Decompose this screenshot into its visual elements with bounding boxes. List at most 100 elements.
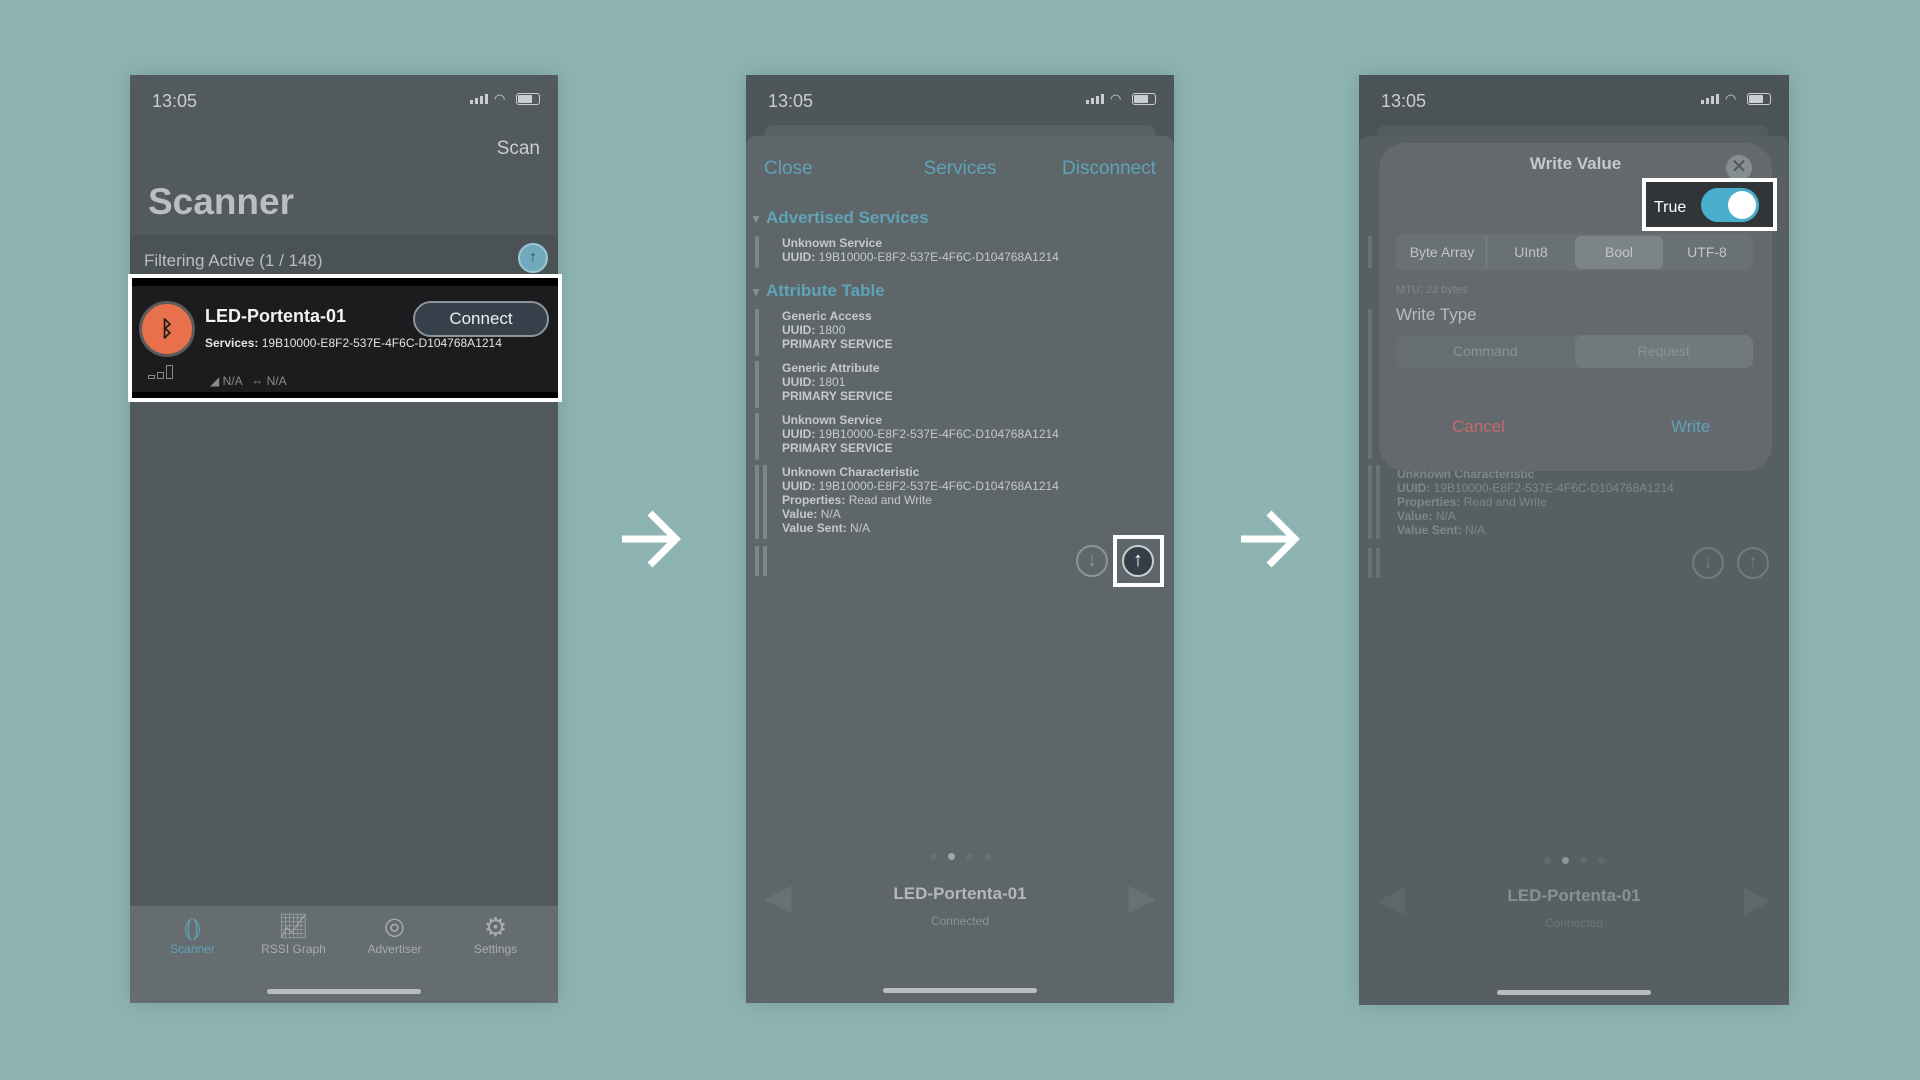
value-sent-label: Value Sent: [1397, 523, 1462, 537]
uuid-value: 19B10000-E8F2-537E-4F6C-D104768A1214 [818, 427, 1059, 441]
page-title: Scanner [148, 181, 295, 222]
format-utf8[interactable]: UTF-8 [1663, 236, 1751, 269]
list-item[interactable]: Unknown Service UUID: 19B10000-E8F2-537E-… [782, 236, 1059, 264]
cellular-icon [1701, 94, 1719, 104]
arrow-right-icon [622, 510, 681, 568]
wifi-icon: ◠ [494, 91, 506, 106]
write-value-screen: 13:05 ◠ Unknown Characteristic UUID: 19B1… [1359, 75, 1789, 1005]
properties-value: Read and Write [848, 493, 932, 507]
attribute-table-header[interactable]: ▼ Attribute Table [750, 281, 885, 301]
cancel-button[interactable]: Cancel [1452, 417, 1505, 437]
list-item[interactable]: Generic Access UUID: 1800 PRIMARY SERVICE [782, 309, 892, 351]
cellular-icon [1086, 94, 1104, 104]
battery-icon [1132, 93, 1156, 105]
toggle-label: True [1654, 199, 1687, 216]
write-confirm-button[interactable]: Write [1671, 417, 1710, 437]
highlight-device-row [128, 274, 562, 402]
uuid-label: UUID: [782, 375, 816, 389]
sort-icon[interactable]: ↑ [518, 243, 548, 273]
advertised-services-header[interactable]: ▼ Advertised Services [750, 208, 929, 228]
battery-icon [516, 93, 540, 105]
scan-button[interactable]: Scan [497, 138, 540, 160]
service-name: Generic Access [782, 309, 872, 323]
uuid-value: 1801 [818, 375, 846, 389]
cellular-icon [470, 94, 488, 104]
filter-text: Filtering Active (1 / 148) [144, 251, 323, 270]
value-sent-value: N/A [1465, 523, 1486, 537]
uuid-label: UUID: [782, 323, 816, 337]
service-name: Unknown Service [782, 413, 883, 427]
uuid-value: 19B10000-E8F2-537E-4F6C-D104768A1214 [818, 250, 1059, 264]
tab-settings[interactable]: ⚙ Settings [451, 912, 541, 1003]
gear-icon: ⚙ [483, 912, 508, 942]
uuid-label: UUID: [1397, 481, 1431, 495]
device-name: LED-Portenta-01 [893, 884, 1027, 903]
characteristic-name: Unknown Characteristic [782, 465, 920, 479]
home-indicator [267, 989, 421, 994]
properties-label: Properties: [1397, 495, 1461, 509]
device-status: Connected [930, 914, 990, 928]
tab-label: Settings [473, 942, 518, 956]
disconnect-button[interactable]: Disconnect [1062, 158, 1156, 180]
value-value: N/A [820, 507, 841, 521]
arrow-right-icon [1241, 510, 1300, 568]
device-name: LED-Portenta-01 [1507, 886, 1641, 905]
status-icons: ◠ [470, 91, 540, 106]
characteristic-item[interactable]: Unknown Characteristic UUID: 19B10000-E8F… [782, 465, 1059, 535]
section-title: Advertised Services [765, 208, 929, 227]
tab-label: RSSI Graph [261, 942, 326, 956]
write-button[interactable]: ↑ [1737, 547, 1769, 579]
characteristic-item[interactable]: Unknown Characteristic UUID: 19B10000-E8F… [1397, 467, 1674, 537]
format-segmented-control: Byte Array UInt8 Bool UTF-8 [1396, 234, 1753, 271]
read-button[interactable]: ↓ [1076, 545, 1108, 577]
disclosure-triangle-icon: ▼ [750, 212, 762, 226]
service-type: PRIMARY SERVICE [782, 441, 893, 455]
tab-scanner[interactable]: ⦅⦆ Scanner [148, 912, 238, 1003]
uuid-label: UUID: [782, 250, 816, 264]
section-title: Attribute Table [765, 281, 885, 300]
read-button[interactable]: ↓ [1692, 547, 1724, 579]
write-type-request[interactable]: Request [1574, 335, 1753, 368]
write-type-command[interactable]: Command [1396, 335, 1575, 368]
services-sheet: Close Services Disconnect ▼ Advertised S… [746, 136, 1174, 1003]
format-bool[interactable]: Bool [1575, 236, 1663, 269]
status-icons: ◠ [1701, 91, 1771, 106]
service-type: PRIMARY SERVICE [782, 389, 893, 403]
device-status: Connected [1544, 916, 1604, 930]
bool-value-toggle-row: True [1642, 178, 1777, 231]
home-indicator [1497, 990, 1651, 995]
service-name: Generic Attribute [782, 361, 880, 375]
highlight-write-button [1113, 535, 1164, 587]
uuid-value: 1800 [818, 323, 846, 337]
properties-value: Read and Write [1463, 495, 1547, 509]
scanner-icon: ⦅⦆ [183, 912, 202, 942]
format-uint8[interactable]: UInt8 [1487, 236, 1575, 269]
uuid-value: 19B10000-E8F2-537E-4F6C-D104768A1214 [818, 479, 1059, 493]
status-time: 13:05 [768, 91, 814, 111]
uuid-value: 19B10000-E8F2-537E-4F6C-D104768A1214 [1433, 481, 1674, 495]
status-icons: ◠ [1086, 91, 1156, 106]
service-name: Unknown Service [782, 236, 883, 250]
value-label: Value: [1397, 509, 1433, 523]
write-type-segmented-control: Command Request [1396, 335, 1753, 368]
status-time: 13:05 [1381, 91, 1427, 111]
list-item[interactable]: Unknown Service UUID: 19B10000-E8F2-537E-… [782, 413, 1059, 455]
bool-toggle[interactable] [1701, 188, 1759, 222]
disclosure-triangle-icon: ▼ [750, 285, 762, 299]
page-dots [1359, 857, 1789, 864]
wifi-icon: ◠ [1725, 91, 1737, 106]
services-screen: 13:05 ◠ Close Services Disconnect ▼ Adve… [746, 75, 1174, 1003]
value-sent-label: Value Sent: [782, 521, 847, 535]
format-byte-array[interactable]: Byte Array [1398, 236, 1487, 269]
mtu-label: MTU: 23 bytes [1396, 284, 1468, 296]
tab-label: Advertiser [367, 942, 422, 956]
wifi-icon: ◠ [1110, 91, 1122, 106]
graph-icon: 📈︎ [278, 913, 309, 940]
service-type: PRIMARY SERVICE [782, 337, 893, 351]
value-value: N/A [1435, 509, 1456, 523]
properties-label: Properties: [782, 493, 846, 507]
value-label: Value: [782, 507, 818, 521]
list-item[interactable]: Generic Attribute UUID: 1801 PRIMARY SERVI… [782, 361, 892, 403]
uuid-label: UUID: [782, 479, 816, 493]
dialog-title: Write Value [1529, 154, 1622, 173]
